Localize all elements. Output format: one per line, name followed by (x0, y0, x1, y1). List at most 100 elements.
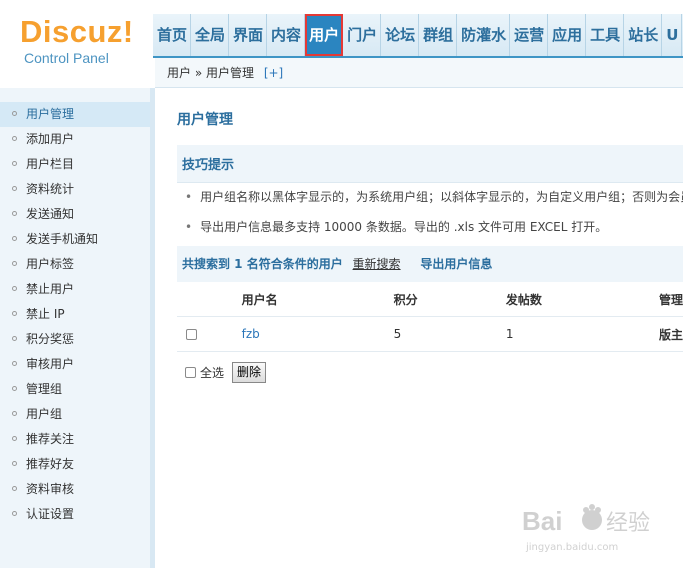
sidebar-item-moderate-users[interactable]: 审核用户 (0, 352, 150, 377)
sidebar-item-label: 管理组 (26, 382, 63, 396)
sidebar-item-label: 禁止用户 (26, 282, 75, 296)
sidebar-item-label: 用户标签 (26, 257, 75, 271)
tip-item: • 导出用户信息最多支持 10000 条数据。导出的 .xls 文件可用 EXCE… (185, 218, 607, 235)
bullet-icon (12, 336, 17, 341)
bullet-icon: • (185, 190, 193, 204)
main-content: 用户管理 技巧提示 • 用户组名称以黑体字显示的，为系统用户组；以斜体字显示的，为… (155, 89, 683, 568)
bullet-icon (12, 236, 17, 241)
username-cell: fzb (241, 316, 394, 352)
research-link[interactable]: 重新搜索 (353, 257, 401, 271)
sidebar-menu: 用户管理 添加用户 用户栏目 资料统计 发送通知 发送手机通知 用户标签 禁止用… (0, 88, 150, 527)
bullet-icon (12, 111, 17, 116)
bullet-icon (12, 261, 17, 266)
sidebar-item-label: 积分奖惩 (26, 332, 75, 346)
sidebar-item-user-groups[interactable]: 用户组 (0, 402, 150, 427)
column-header-username: 用户名 (241, 282, 394, 317)
select-all-checkbox[interactable] (185, 367, 196, 378)
bullet-icon: • (185, 220, 193, 234)
sidebar-item-user-management[interactable]: 用户管理 (0, 102, 150, 127)
nav-webmaster[interactable]: 站长 (624, 14, 663, 56)
sidebar-item-label: 禁止 IP (26, 307, 65, 321)
sidebar-item-verification[interactable]: 认证设置 (0, 502, 150, 527)
nav-tools[interactable]: 工具 (586, 14, 625, 56)
nav-home[interactable]: 首页 (153, 14, 192, 56)
logo[interactable]: Discuz! Control Panel (0, 0, 153, 88)
sidebar-item-label: 用户栏目 (26, 157, 75, 171)
nav-content[interactable]: 内容 (267, 14, 306, 56)
sidebar-item-label: 推荐好友 (26, 457, 75, 471)
nav-user[interactable]: 用户 (305, 14, 344, 56)
sidebar-item-admin-groups[interactable]: 管理组 (0, 377, 150, 402)
sidebar-item-label: 资料统计 (26, 182, 75, 196)
sidebar-item-user-tags[interactable]: 用户标签 (0, 252, 150, 277)
row-select-cell (177, 316, 242, 352)
sidebar-item-label: 发送通知 (26, 207, 75, 221)
sidebar-item-credits-reward[interactable]: 积分奖惩 (0, 327, 150, 352)
sidebar-item-label: 发送手机通知 (26, 232, 99, 246)
bullet-icon (12, 511, 17, 516)
sidebar-item-add-user[interactable]: 添加用户 (0, 127, 150, 152)
credits-cell: 5 (393, 316, 506, 352)
nav-apps[interactable]: 应用 (548, 14, 587, 56)
sidebar-item-label: 认证设置 (26, 507, 75, 521)
sidebar-item-label: 资料审核 (26, 482, 75, 496)
logo-text: Discuz! (20, 14, 134, 49)
nav-forum[interactable]: 论坛 (381, 14, 420, 56)
top-navigation: 首页 全局 界面 内容 用户 门户 论坛 群组 防灌水 运营 应用 工具 站长 U (153, 14, 683, 58)
tips-heading: 技巧提示 (177, 145, 683, 183)
add-shortcut-button[interactable]: [+] (264, 66, 283, 80)
bullet-icon (12, 361, 17, 366)
column-header-manage: 管理 (658, 282, 683, 317)
sidebar-item-ban-ip[interactable]: 禁止 IP (0, 302, 150, 327)
sidebar-item-recommend-follow[interactable]: 推荐关注 (0, 427, 150, 452)
nav-global[interactable]: 全局 (191, 14, 230, 56)
posts-cell: 1 (505, 316, 659, 352)
header: Discuz! Control Panel 首页 全局 界面 内容 用户 门户 论坛 群组 防灌… (0, 0, 683, 88)
bulk-actions: 全选 删除 (185, 362, 267, 383)
table-row: fzb 5 1 版主 (177, 316, 683, 352)
tip-text: 用户组名称以黑体字显示的，为系统用户组；以斜体字显示的，为自定义用户组；否则为会… (200, 190, 683, 204)
result-summary: 共搜索到 1 名符合条件的用户 (182, 257, 343, 271)
nav-interface[interactable]: 界面 (229, 14, 268, 56)
search-result-bar: 共搜索到 1 名符合条件的用户 重新搜索 导出用户信息 (177, 246, 683, 282)
bullet-icon (12, 186, 17, 191)
table-header-row: 用户名 积分 发帖数 管理 (177, 282, 683, 317)
bullet-icon (12, 386, 17, 391)
sidebar-item-label: 添加用户 (26, 132, 75, 146)
sidebar-item-label: 用户组 (26, 407, 63, 421)
bullet-icon (12, 411, 17, 416)
nav-portal[interactable]: 门户 (343, 14, 382, 56)
tip-item: • 用户组名称以黑体字显示的，为系统用户组；以斜体字显示的，为自定义用户组；否则为… (185, 188, 683, 205)
delete-button[interactable]: 删除 (232, 362, 267, 383)
column-header-posts: 发帖数 (505, 282, 659, 317)
breadcrumb: 用户 » 用户管理 [+] (155, 58, 683, 88)
username-link[interactable]: fzb (242, 327, 260, 341)
tips-heading-label: 技巧提示 (182, 158, 235, 173)
row-checkbox[interactable] (186, 329, 197, 340)
column-header-credits: 积分 (393, 282, 506, 317)
sidebar-item-send-notice[interactable]: 发送通知 (0, 202, 150, 227)
column-header-select (177, 282, 242, 317)
sidebar: 用户管理 添加用户 用户栏目 资料统计 发送通知 发送手机通知 用户标签 禁止用… (0, 88, 150, 568)
user-table: 用户名 积分 发帖数 管理 fzb 5 1 版主 (177, 282, 683, 352)
logo-subtitle: Control Panel (24, 50, 109, 66)
nav-group[interactable]: 群组 (419, 14, 458, 56)
page-title: 用户管理 (177, 112, 233, 128)
sidebar-item-recommend-friends[interactable]: 推荐好友 (0, 452, 150, 477)
select-all-label[interactable]: 全选 (200, 366, 224, 380)
bullet-icon (12, 211, 17, 216)
bullet-icon (12, 286, 17, 291)
sidebar-item-ban-user[interactable]: 禁止用户 (0, 277, 150, 302)
sidebar-item-label: 推荐关注 (26, 432, 75, 446)
nav-operation[interactable]: 运营 (510, 14, 549, 56)
sidebar-item-user-fields[interactable]: 用户栏目 (0, 152, 150, 177)
sidebar-item-profile-review[interactable]: 资料审核 (0, 477, 150, 502)
sidebar-item-profile-stats[interactable]: 资料统计 (0, 177, 150, 202)
nav-ucenter[interactable]: U (662, 14, 683, 56)
bullet-icon (12, 461, 17, 466)
sidebar-item-label: 用户管理 (26, 107, 75, 121)
export-users-link[interactable]: 导出用户信息 (420, 257, 492, 271)
sidebar-item-send-sms[interactable]: 发送手机通知 (0, 227, 150, 252)
nav-antispam[interactable]: 防灌水 (457, 14, 511, 56)
bullet-icon (12, 436, 17, 441)
